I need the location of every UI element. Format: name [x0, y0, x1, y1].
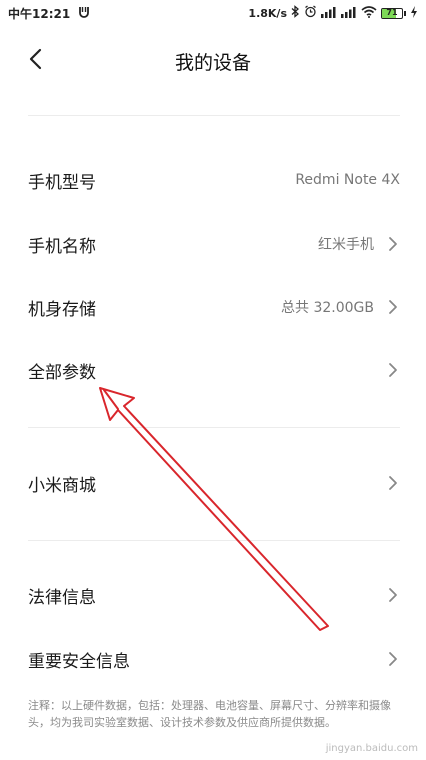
chevron-right-icon — [389, 363, 397, 377]
signal-icon-2 — [341, 6, 357, 21]
divider — [28, 540, 400, 541]
row-label: 机身存储 — [28, 299, 96, 320]
row-value: Redmi Note 4X — [295, 172, 400, 188]
hardware-note: 注释：以上硬件数据，包括：处理器、电池容量、屏幕尺寸、分辨率和摄像头，均为我司实… — [28, 699, 391, 729]
chevron-right-icon — [389, 652, 397, 666]
row-phone-model[interactable]: 手机型号 Redmi Note 4X — [0, 152, 426, 208]
chevron-right-icon — [389, 588, 397, 602]
row-label: 小米商城 — [28, 475, 96, 496]
row-safety-info[interactable]: 重要安全信息 — [0, 631, 426, 687]
row-storage[interactable]: 机身存储 总共 32.00GB — [0, 279, 426, 335]
row-phone-name[interactable]: 手机名称 红米手机 — [0, 216, 426, 272]
row-mi-store[interactable]: 小米商城 — [0, 455, 426, 511]
divider — [28, 115, 400, 116]
status-left: 中午12:21 — [8, 5, 90, 22]
watermark: jingyan.baidu.com — [325, 743, 418, 754]
battery-level: 71 — [386, 7, 398, 17]
battery-icon: 71 — [381, 7, 406, 19]
notification-icon — [78, 6, 90, 21]
row-label: 重要安全信息 — [28, 651, 130, 672]
title-bar: 我的设备 — [0, 36, 426, 82]
row-legal-info[interactable]: 法律信息 — [0, 567, 426, 623]
network-speed: 1.8K/s — [248, 6, 287, 20]
row-label: 手机名称 — [28, 236, 96, 257]
row-value: 红米手机 — [318, 237, 374, 253]
row-value: 总共 32.00GB — [281, 300, 374, 316]
signal-icon — [321, 6, 337, 21]
alarm-icon — [304, 5, 317, 21]
divider — [28, 427, 400, 428]
status-time: 中午12:21 — [8, 6, 71, 21]
row-all-specs[interactable]: 全部参数 — [0, 342, 426, 398]
status-bar: 中午12:21 1.8K/s 71 — [0, 0, 426, 26]
chevron-right-icon — [389, 300, 397, 314]
chevron-right-icon — [389, 237, 397, 251]
charging-icon — [410, 5, 418, 21]
row-label: 全部参数 — [28, 362, 96, 383]
row-label: 法律信息 — [28, 587, 96, 608]
bluetooth-icon — [291, 5, 300, 21]
row-label: 手机型号 — [28, 172, 96, 193]
chevron-right-icon — [389, 476, 397, 490]
page-title: 我的设备 — [174, 52, 251, 74]
status-right: 1.8K/s 71 — [248, 5, 418, 21]
wifi-icon — [361, 5, 377, 21]
